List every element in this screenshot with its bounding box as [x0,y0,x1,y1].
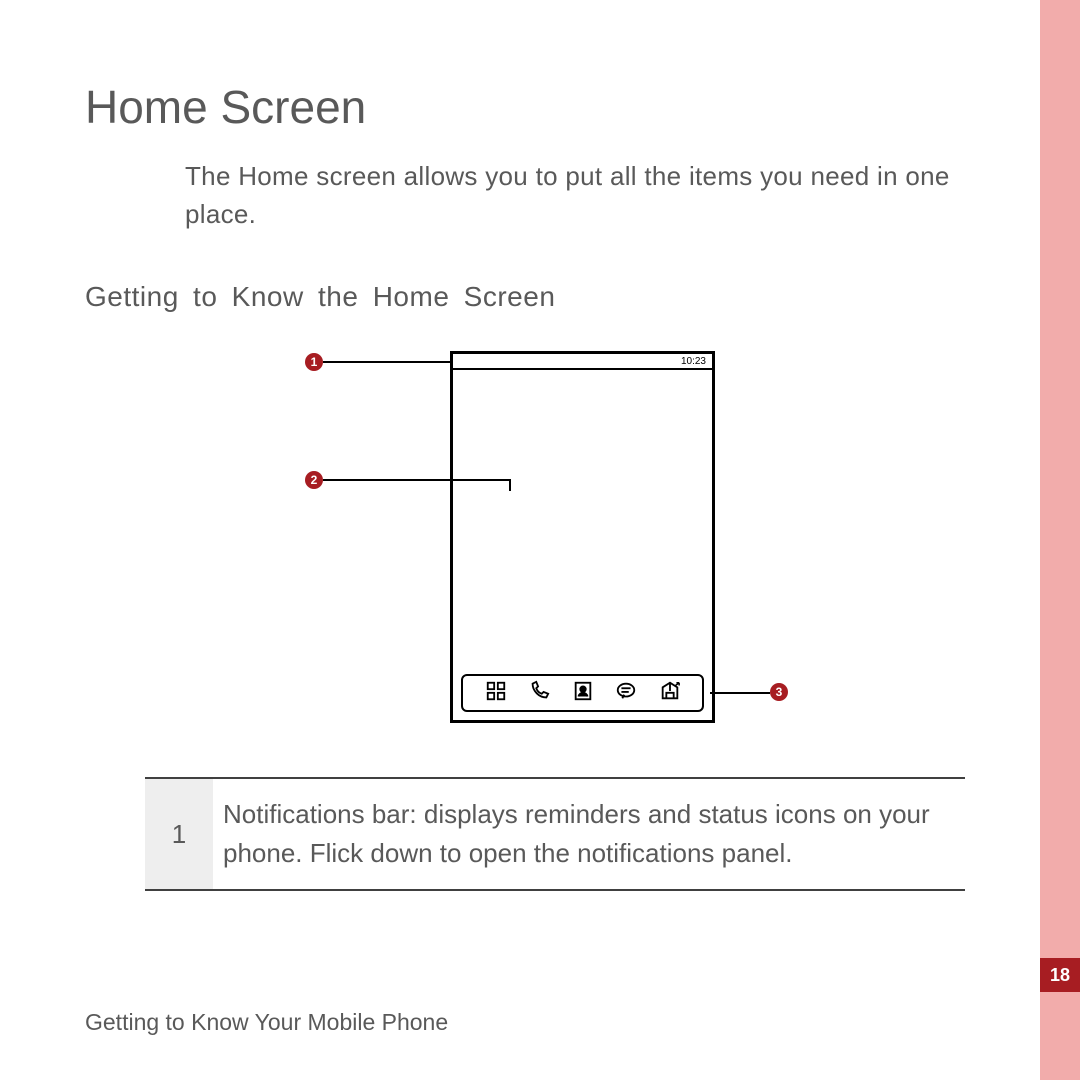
table-row: 1 Notifications bar: displays reminders … [145,779,965,889]
leader-line-1 [323,361,450,363]
contact-icon [572,680,594,707]
page-number: 18 [1040,958,1080,992]
home-screen-diagram: 1 2 3 10:23 [305,343,825,753]
side-strip: 18 [1040,0,1080,1080]
browser-icon [659,680,681,707]
messaging-icon [615,680,637,707]
diagram-container: 1 2 3 10:23 [145,343,985,753]
intro-text: The Home screen allows you to put all th… [185,158,960,233]
callout-2: 2 [305,471,323,489]
callout-3: 3 [770,683,788,701]
status-time: 10:23 [681,356,706,367]
row-description: Notifications bar: displays reminders an… [213,779,965,889]
row-number: 1 [145,779,213,889]
leader-line-3 [710,692,770,694]
phone-icon [528,680,550,707]
manual-page: 18 Home Screen The Home screen allows yo… [0,0,1080,1080]
grid-icon [485,680,507,707]
phone-outline: 10:23 [450,351,715,723]
section-heading: Getting to Know the Home Screen [85,281,980,313]
callout-1: 1 [305,353,323,371]
footer-text: Getting to Know Your Mobile Phone [85,1009,448,1036]
page-title: Home Screen [85,80,980,134]
status-bar: 10:23 [453,354,712,370]
callout-table: 1 Notifications bar: displays reminders … [145,777,965,891]
dock-bar [461,674,704,712]
